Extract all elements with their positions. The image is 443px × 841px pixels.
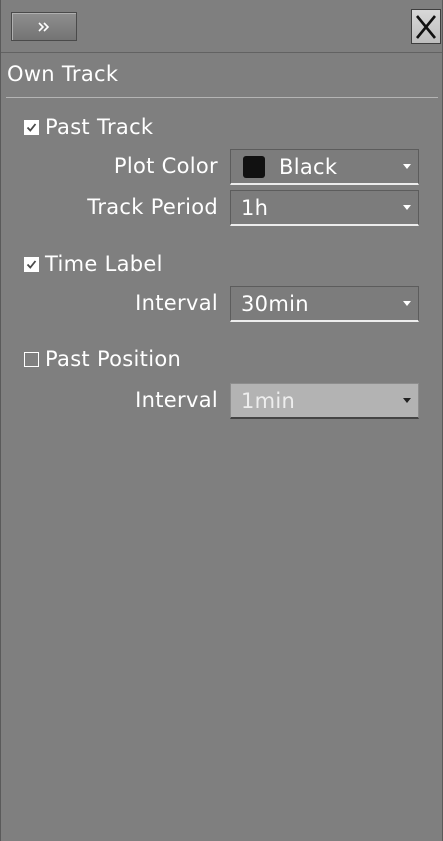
track-period-label: Track Period <box>87 195 218 219</box>
past-position-check-box[interactable] <box>24 351 39 367</box>
past-position-interval-label: Interval <box>135 388 218 412</box>
track-period-dropdown[interactable]: 1h <box>230 190 419 226</box>
past-track-checkbox[interactable]: Past Track <box>24 114 153 140</box>
past-position-interval-value: 1min <box>241 388 296 413</box>
checkmark-icon <box>26 122 37 132</box>
own-track-panel: Own Track Past Track Plot Color Black Tr… <box>0 0 443 841</box>
time-label-check-box[interactable] <box>24 256 39 272</box>
plot-color-label: Plot Color <box>113 154 218 178</box>
time-label-label: Time Label <box>45 252 163 276</box>
caret-down-icon <box>396 205 418 210</box>
caret-down-icon <box>396 164 418 169</box>
time-label-checkbox[interactable]: Time Label <box>24 251 163 277</box>
title-divider <box>6 97 438 98</box>
past-position-label: Past Position <box>45 347 182 371</box>
time-label-interval-label: Interval <box>135 291 218 315</box>
past-track-label: Past Track <box>45 115 154 139</box>
color-swatch <box>243 155 265 178</box>
panel-toolbar <box>1 0 442 53</box>
plot-color-value: Black <box>279 154 338 179</box>
caret-down-icon <box>396 398 418 403</box>
panel-title: Own Track <box>7 62 119 86</box>
past-track-check-box[interactable] <box>24 119 39 135</box>
past-position-checkbox[interactable]: Past Position <box>24 346 181 372</box>
plot-color-dropdown[interactable]: Black <box>230 149 419 185</box>
past-position-interval-dropdown[interactable]: 1min <box>230 383 419 419</box>
time-label-interval-value: 30min <box>241 291 309 316</box>
time-label-interval-dropdown[interactable]: 30min <box>230 286 419 322</box>
track-period-value: 1h <box>241 195 269 220</box>
double-chevron-right-icon <box>38 21 50 32</box>
caret-down-icon <box>396 301 418 306</box>
close-button[interactable] <box>411 9 441 44</box>
checkmark-icon <box>26 259 37 269</box>
close-icon <box>415 14 437 39</box>
expand-panel-button[interactable] <box>11 12 77 41</box>
